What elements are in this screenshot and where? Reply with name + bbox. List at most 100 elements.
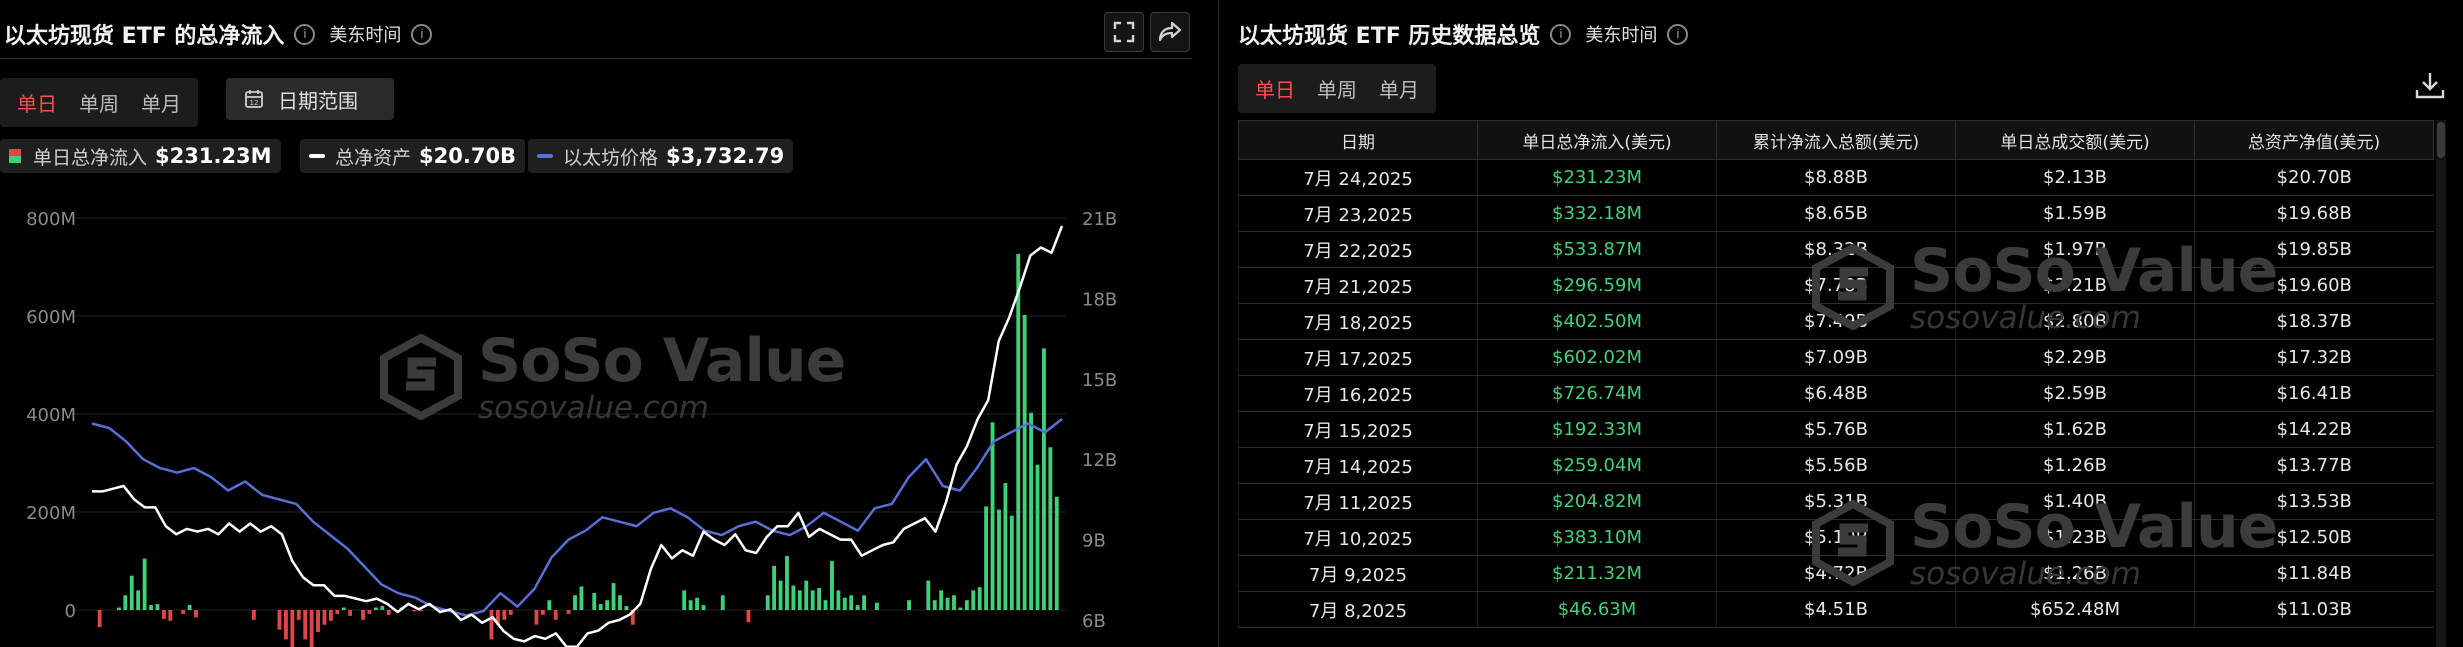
col-date[interactable]: 日期 xyxy=(1238,120,1478,160)
tab-monthly[interactable]: 单月 xyxy=(130,82,192,123)
legend-net-assets[interactable]: 总净资产 $20.70B xyxy=(300,139,526,173)
legend-label: 单日总净流入 xyxy=(33,146,148,169)
inflow-bar xyxy=(123,595,128,610)
cell-daily-net-inflow: $231.23M xyxy=(1477,159,1717,196)
cell-cumulative-inflow: $6.48B xyxy=(1716,375,1956,412)
tab-daily[interactable]: 单日 xyxy=(6,82,68,123)
cell-date: 7月 11,2025 xyxy=(1238,483,1478,520)
cell-daily-net-inflow: $533.87M xyxy=(1477,231,1717,268)
inflow-bar xyxy=(361,610,365,620)
download-icon[interactable] xyxy=(2414,70,2446,100)
inflow-bar xyxy=(810,590,815,610)
inflow-bar xyxy=(1035,464,1040,610)
inflow-bar xyxy=(97,610,102,628)
timezone-info-icon[interactable]: i xyxy=(411,23,433,45)
cell-daily-net-inflow: $211.32M xyxy=(1477,555,1717,592)
col-daily-volume[interactable]: 单日总成交额(美元) xyxy=(1955,120,2195,160)
left-axis-tick-label: 400M xyxy=(26,405,76,426)
inflow-bar xyxy=(412,610,417,612)
table-row[interactable]: 7月 15,2025 $192.33M $5.76B $1.62B $14.22B xyxy=(1238,411,2434,448)
col-cumulative-inflow[interactable]: 累计净流入总额(美元) xyxy=(1716,120,1956,160)
table-row[interactable]: 7月 24,2025 $231.23M $8.88B $2.13B $20.70B xyxy=(1238,159,2434,196)
inflow-bar xyxy=(181,610,186,614)
table-row[interactable]: 7月 8,2025 $46.63M $4.51B $652.48M $11.03B xyxy=(1238,591,2434,628)
cell-net-assets: $13.53B xyxy=(2194,483,2434,520)
col-daily-net-inflow[interactable]: 单日总净流入(美元) xyxy=(1477,120,1717,160)
cell-date: 7月 15,2025 xyxy=(1238,411,1478,448)
table-row[interactable]: 7月 21,2025 $296.59M $7.78B $3.21B $19.60B xyxy=(1238,267,2434,304)
inflow-bar xyxy=(971,590,976,610)
cell-daily-volume: $1.97B xyxy=(1955,231,2195,268)
date-range-button[interactable]: 12 日期范围 xyxy=(226,78,394,120)
inflow-bar xyxy=(682,590,687,610)
legend-daily-inflow[interactable]: 单日总净流入 $231.23M xyxy=(0,139,281,173)
inflow-bar xyxy=(695,597,699,610)
scrollbar-thumb[interactable] xyxy=(2437,122,2445,158)
col-net-assets[interactable]: 总资产净值(美元) xyxy=(2194,120,2434,160)
inflow-bar xyxy=(303,610,308,640)
timezone-info-icon[interactable]: i xyxy=(1667,23,1689,45)
table-row[interactable]: 7月 16,2025 $726.74M $6.48B $2.59B $16.41B xyxy=(1238,375,2434,412)
cell-net-assets: $11.03B xyxy=(2194,591,2434,628)
table-row[interactable]: 7月 9,2025 $211.32M $4.72B $1.26B $11.84B xyxy=(1238,555,2434,592)
inflow-bar xyxy=(997,509,1001,610)
inflow-bar xyxy=(772,565,777,610)
inflow-bar xyxy=(328,610,333,621)
tab-daily[interactable]: 单日 xyxy=(1244,68,1306,109)
calendar-icon: 12 xyxy=(245,90,263,108)
inflow-bar xyxy=(836,590,841,610)
info-icon[interactable]: i xyxy=(1550,23,1572,45)
cell-net-assets: $19.85B xyxy=(2194,231,2434,268)
share-button[interactable] xyxy=(1150,12,1190,52)
table-row[interactable]: 7月 23,2025 $332.18M $8.65B $1.59B $19.68B xyxy=(1238,195,2434,232)
inflow-bar xyxy=(618,595,622,610)
cell-net-assets: $14.22B xyxy=(2194,411,2434,448)
tab-weekly[interactable]: 单周 xyxy=(1306,68,1368,109)
cell-daily-net-inflow: $204.82M xyxy=(1477,483,1717,520)
cell-daily-volume: $1.59B xyxy=(1955,195,2195,232)
inflow-bar xyxy=(534,610,539,625)
inflow-bar xyxy=(939,590,944,610)
info-icon[interactable]: i xyxy=(294,23,316,45)
tab-monthly[interactable]: 单月 xyxy=(1368,68,1430,109)
right-axis-tick-label: 15B xyxy=(1082,370,1117,391)
table-row[interactable]: 7月 17,2025 $602.02M $7.09B $2.29B $17.32B xyxy=(1238,339,2434,376)
fullscreen-button[interactable] xyxy=(1104,12,1144,52)
cell-daily-volume: $1.26B xyxy=(1955,447,2195,484)
cell-daily-volume: $2.29B xyxy=(1955,339,2195,376)
inflow-chart[interactable]: 800M 600M 400M 200M 0 21B 18B 15B 12B 9B 6B xyxy=(0,200,1200,647)
cell-net-assets: $17.32B xyxy=(2194,339,2434,376)
cell-date: 7月 14,2025 xyxy=(1238,447,1478,484)
inflow-bar xyxy=(316,610,320,633)
table-row[interactable]: 7月 10,2025 $383.10M $5.10B $1.23B $12.50B xyxy=(1238,519,2434,556)
inflow-bar xyxy=(296,610,301,620)
cell-net-assets: $12.50B xyxy=(2194,519,2434,556)
inflow-bar xyxy=(155,604,160,610)
left-axis-tick-label: 600M xyxy=(26,307,76,328)
table-row[interactable]: 7月 22,2025 $533.87M $8.32B $1.97B $19.85B xyxy=(1238,231,2434,268)
legend-eth-price[interactable]: 以太坊价格 $3,732.79 xyxy=(528,139,794,173)
table-row[interactable]: 7月 14,2025 $259.04M $5.56B $1.26B $13.77B xyxy=(1238,447,2434,484)
inflow-bar xyxy=(952,595,956,610)
tab-weekly[interactable]: 单周 xyxy=(68,82,130,123)
cell-date: 7月 16,2025 xyxy=(1238,375,1478,412)
legend-label: 总净资产 xyxy=(335,146,412,169)
cell-daily-net-inflow: $402.50M xyxy=(1477,303,1717,340)
cell-daily-net-inflow: $602.02M xyxy=(1477,339,1717,376)
cell-net-assets: $19.68B xyxy=(2194,195,2434,232)
cell-net-assets: $16.41B xyxy=(2194,375,2434,412)
legend-swatch-blue-line xyxy=(537,154,553,158)
inflow-bar xyxy=(592,592,597,610)
inflow-bar xyxy=(990,422,995,610)
cell-daily-net-inflow: $726.74M xyxy=(1477,375,1717,412)
inflow-bar xyxy=(598,604,603,610)
inflow-bar xyxy=(380,606,385,610)
inflow-bar xyxy=(142,558,147,610)
cell-net-assets: $18.37B xyxy=(2194,303,2434,340)
svg-text:12: 12 xyxy=(250,99,259,107)
chart-header: 以太坊现货 ETF 的总净流入 i 美东时间 i xyxy=(4,18,446,50)
table-row[interactable]: 7月 18,2025 $402.50M $7.49B $2.80B $18.37B xyxy=(1238,303,2434,340)
table-row[interactable]: 7月 11,2025 $204.82M $5.31B $1.40B $13.53B xyxy=(1238,483,2434,520)
table-scrollbar[interactable] xyxy=(2436,120,2446,647)
inflow-bar xyxy=(862,595,866,610)
